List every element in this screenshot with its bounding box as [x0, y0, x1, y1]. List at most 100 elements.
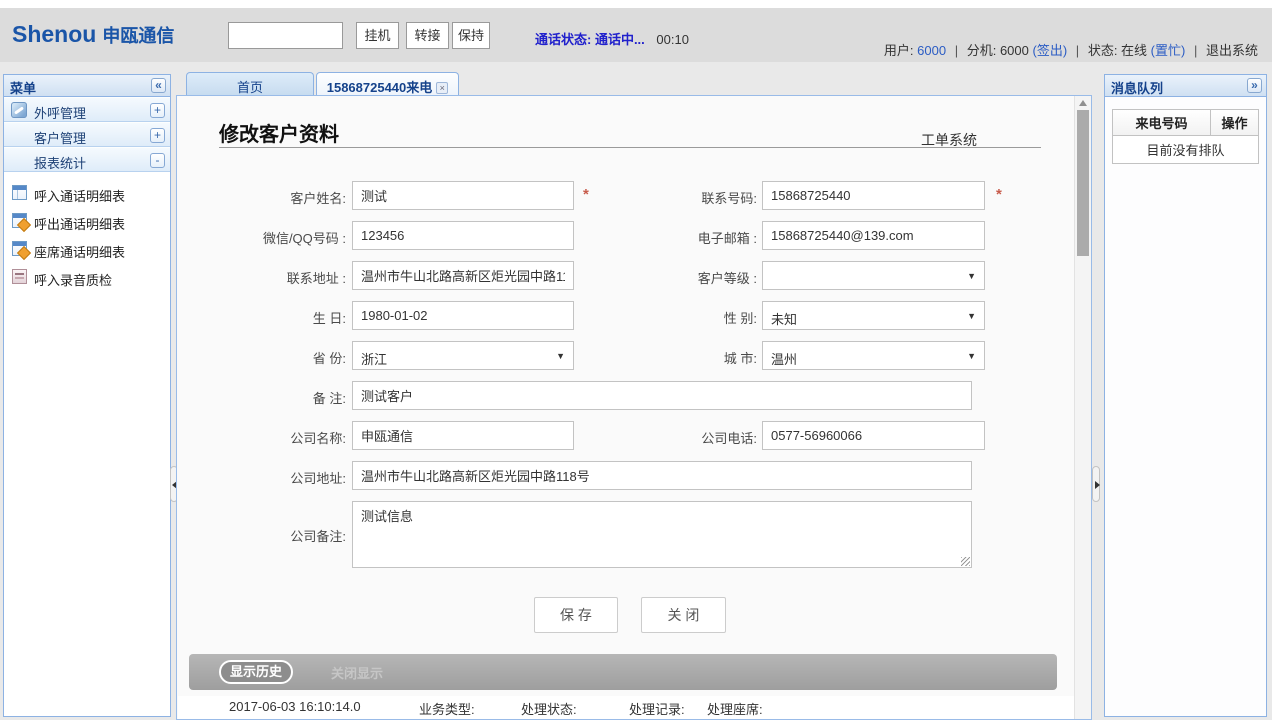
process-record-label: 处理记录:: [629, 699, 685, 718]
sidebar-group-label: 外呼管理: [34, 106, 86, 121]
menu-header: 菜单 «: [4, 75, 170, 97]
sidebar-item-outbound-detail[interactable]: 呼出通话明细表: [4, 209, 170, 237]
customer-level-select[interactable]: ▼: [762, 261, 985, 290]
field-label-company-remark: 公司备注:: [196, 526, 346, 545]
status-label: 状态: 在线: [1088, 43, 1147, 58]
company-name-input[interactable]: [352, 421, 574, 450]
show-history-button[interactable]: 显示历史: [219, 660, 293, 684]
business-type-label: 业务类型:: [419, 699, 475, 718]
right-splitter[interactable]: [1092, 74, 1097, 717]
field-label-company-name: 公司名称:: [196, 428, 346, 447]
resize-grip-icon[interactable]: [961, 557, 970, 566]
separator: |: [1076, 43, 1079, 58]
field-label-company-address: 公司地址:: [196, 468, 346, 487]
logo-text-en: Shenou: [12, 21, 96, 47]
sidebar-item-inbound-detail[interactable]: 呼入通话明细表: [4, 181, 170, 209]
select-value: 未知: [771, 309, 797, 328]
customer-name-input[interactable]: [352, 181, 574, 210]
hold-button[interactable]: 保持: [452, 22, 490, 49]
vertical-scrollbar[interactable]: [1074, 96, 1091, 719]
report-edit-icon: [12, 213, 27, 228]
sidebar-item-label: 呼出通话明细表: [34, 217, 125, 232]
close-icon[interactable]: ×: [436, 82, 448, 94]
content-panel: 修改客户资料 工单系统 客户姓名: * 联系号码: * 微信/QQ号码 : 电子…: [176, 95, 1092, 720]
process-status-label: 处理状态:: [521, 699, 577, 718]
field-label-address: 联系地址 :: [196, 268, 346, 287]
queue-table-header: 来电号码 操作: [1113, 110, 1258, 136]
tab-label: 15868725440来电: [327, 80, 433, 95]
company-remark-textarea[interactable]: 测试信息: [352, 501, 972, 568]
dropdown-arrow-icon: ▼: [556, 351, 565, 361]
left-splitter[interactable]: [170, 74, 175, 717]
close-button[interactable]: 关 闭: [641, 597, 726, 633]
column-action[interactable]: 操作: [1211, 110, 1258, 135]
sidebar-group-outbound[interactable]: 外呼管理 +: [4, 97, 170, 122]
company-phone-input[interactable]: [762, 421, 985, 450]
field-label-phone: 联系号码:: [607, 188, 757, 207]
logout-link[interactable]: 退出系统: [1206, 43, 1258, 58]
extension-value: 6000: [1000, 43, 1029, 58]
column-caller-number[interactable]: 来电号码: [1113, 110, 1211, 135]
report-edit-icon: [12, 241, 27, 256]
recording-doc-icon: [12, 269, 27, 284]
remark-input[interactable]: [352, 381, 972, 410]
record-timestamp: 2017-06-03 16:10:14.0: [229, 699, 361, 714]
menu-sidebar: 菜单 « 外呼管理 + 客户管理 + 报表统计 - 呼入通话明细表 呼出通话明细…: [3, 74, 171, 717]
page-title: 修改客户资料: [219, 118, 339, 147]
city-select[interactable]: 温州 ▼: [762, 341, 985, 370]
set-busy-link[interactable]: (置忙): [1151, 43, 1186, 58]
save-button[interactable]: 保 存: [534, 597, 618, 633]
expand-plus-icon[interactable]: +: [150, 103, 165, 118]
call-status-text: 通话状态: 通话中...: [535, 32, 645, 47]
sidebar-item-recording-qc[interactable]: 呼入录音质检: [4, 265, 170, 293]
dial-number-input[interactable]: [228, 22, 343, 49]
report-table-icon: [12, 185, 27, 200]
collapse-right-icon[interactable]: »: [1247, 78, 1262, 93]
title-divider: [219, 147, 1041, 148]
province-select[interactable]: 浙江 ▼: [352, 341, 574, 370]
expand-plus-icon[interactable]: +: [150, 128, 165, 143]
contact-address-input[interactable]: [352, 261, 574, 290]
field-label-province: 省 份:: [196, 348, 346, 367]
contact-number-input[interactable]: [762, 181, 985, 210]
collapse-minus-icon[interactable]: -: [150, 153, 165, 168]
sidebar-group-customer[interactable]: 客户管理 +: [4, 122, 170, 147]
user-id-link[interactable]: 6000: [917, 43, 946, 58]
sidebar-item-label: 呼入通话明细表: [34, 189, 125, 204]
required-mark: *: [583, 186, 589, 203]
field-label-company-phone: 公司电话:: [607, 428, 757, 447]
transfer-button[interactable]: 转接: [406, 22, 449, 49]
sign-out-link[interactable]: (签出): [1033, 43, 1068, 58]
field-label-remark: 备 注:: [196, 388, 346, 407]
message-queue-panel: 消息队列 » 来电号码 操作 目前没有排队: [1104, 74, 1267, 717]
sidebar-group-reports[interactable]: 报表统计 -: [4, 147, 170, 172]
scroll-up-arrow-icon[interactable]: [1079, 100, 1087, 106]
sidebar-item-agent-detail[interactable]: 座席通话明细表: [4, 237, 170, 265]
email-input[interactable]: [762, 221, 985, 250]
user-label: 用户:: [884, 43, 914, 58]
sidebar-group-label: 报表统计: [34, 156, 86, 171]
tab-home[interactable]: 首页: [186, 72, 314, 95]
birthday-input[interactable]: [352, 301, 574, 330]
company-address-input[interactable]: [352, 461, 972, 490]
tab-incoming-call[interactable]: 15868725440来电×: [316, 72, 459, 95]
collapse-right-handle[interactable]: [1092, 466, 1100, 502]
field-label-level: 客户等级 :: [607, 268, 757, 287]
wechat-qq-input[interactable]: [352, 221, 574, 250]
extension-label: 分机:: [967, 43, 997, 58]
call-timer: 00:10: [656, 32, 689, 47]
history-toolbar: 显示历史 关闭显示: [189, 654, 1057, 690]
tab-label: 首页: [237, 80, 263, 95]
scrollbar-thumb[interactable]: [1077, 110, 1089, 256]
close-history-button[interactable]: 关闭显示: [331, 663, 383, 682]
hangup-button[interactable]: 挂机: [356, 22, 399, 49]
collapse-left-icon[interactable]: «: [151, 78, 166, 93]
dropdown-arrow-icon: ▼: [967, 271, 976, 281]
logo-text-cn: 申瓯通信: [102, 26, 174, 46]
gender-select[interactable]: 未知 ▼: [762, 301, 985, 330]
select-value: 浙江: [361, 349, 387, 368]
required-mark: *: [996, 186, 1002, 203]
sidebar-group-label: 客户管理: [34, 131, 86, 146]
field-label-gender: 性 别:: [607, 308, 757, 327]
main-area: 首页 15868725440来电× 修改客户资料 工单系统 客户姓名: * 联系…: [176, 72, 1092, 720]
